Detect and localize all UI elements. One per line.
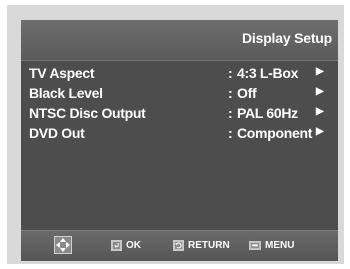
menu-item-separator: : [228,85,233,101]
menu-item-separator: : [228,65,233,81]
menu-item-label: TV Aspect [29,65,95,81]
menu-hint: MENU [249,239,294,253]
right-triangle-icon: ▶ [316,106,324,117]
menu-item-label: NTSC Disc Output [29,105,146,121]
ok-hint: OK [111,239,141,253]
ok-label: OK [126,240,141,251]
return-label: RETURN [188,240,230,251]
enter-key-icon [111,239,122,251]
right-triangle-icon: ▶ [316,66,324,77]
footer-bar: OK RETURN MENU [21,230,338,261]
right-triangle-icon: ▶ [316,126,324,137]
menu-key-icon [249,240,261,250]
right-triangle-icon: ▶ [316,86,324,97]
menu-item-value: Component [237,125,313,141]
menu-item-ntsc-disc-output[interactable]: NTSC Disc Output : PAL 60Hz ▶ [21,103,338,123]
menu-item-tv-aspect[interactable]: TV Aspect : 4:3 L-Box ▶ [21,63,338,83]
menu-item-label: Black Level [29,85,103,101]
menu-item-dvd-out[interactable]: DVD Out : Component ▶ [21,123,338,143]
menu-item-value: 4:3 L-Box [237,65,299,81]
menu-label: MENU [265,240,295,251]
menu-item-label: DVD Out [29,125,85,141]
menu-item-separator: : [228,125,233,141]
menu-item-separator: : [228,105,233,121]
menu-item-value: PAL 60Hz [237,105,298,121]
menu-item-black-level[interactable]: Black Level : Off ▶ [21,83,338,103]
directional-pad-icon [54,236,72,254]
header-bar: Display Setup [21,20,338,61]
return-arrow-icon [173,239,184,251]
return-hint: RETURN [173,239,230,253]
menu-item-value: Off [237,85,257,101]
page-title: Display Setup [242,30,332,46]
